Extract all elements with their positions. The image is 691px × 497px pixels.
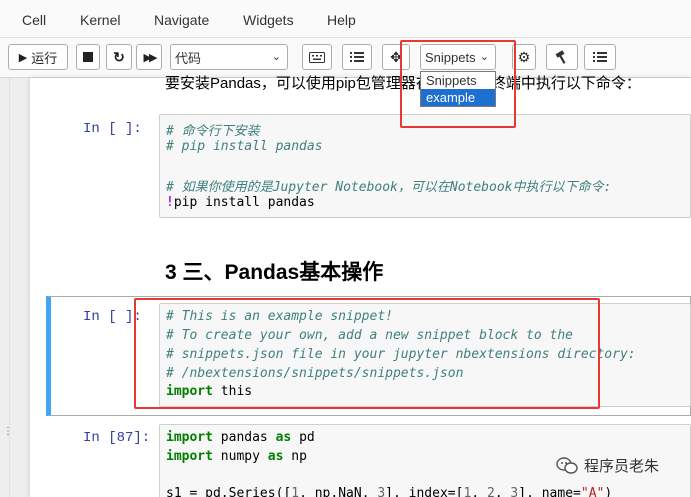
resize-handle-icon[interactable]: ⋮	[3, 426, 13, 437]
toc-button[interactable]	[342, 44, 372, 70]
stop-button[interactable]	[76, 44, 100, 70]
list-icon	[593, 52, 607, 62]
code-line: # 命令行下安装	[166, 124, 260, 139]
highlight-box-snippets	[400, 40, 516, 128]
menu-navigate[interactable]: Navigate	[154, 12, 209, 28]
run-label: 运行	[31, 50, 58, 66]
code-line: import pandas as pd	[166, 430, 315, 445]
stop-icon	[83, 52, 93, 62]
watermark: 程序员老朱	[556, 455, 659, 476]
run-button[interactable]: ▶ 运行	[8, 44, 68, 70]
menu-widgets[interactable]: Widgets	[243, 12, 294, 28]
keyboard-button[interactable]	[302, 44, 332, 70]
hammer-button[interactable]	[546, 44, 578, 70]
section-heading: 3 三、Pandas基本操作	[165, 261, 384, 284]
cell-prompt: In [ ]:	[83, 121, 142, 137]
cell-prompt: In [87]:	[83, 430, 151, 446]
wechat-icon	[556, 456, 578, 474]
cell-type-value: 代码	[175, 50, 202, 66]
play-icon: ▶	[18, 51, 28, 64]
fast-forward-icon: ▶▶	[143, 51, 158, 64]
restart-icon: ↻	[113, 48, 125, 65]
watermark-text: 程序员老朱	[584, 458, 660, 475]
keyboard-icon	[309, 51, 325, 63]
hammer-icon	[555, 50, 566, 64]
menubar: Cell Kernel Navigate Widgets Help	[0, 0, 691, 38]
list-icon	[350, 52, 364, 62]
menu-kernel[interactable]: Kernel	[80, 12, 120, 28]
restart-button[interactable]: ↻	[106, 44, 132, 70]
cell-type-select[interactable]: 代码 ⌄	[170, 44, 288, 70]
code-line: import numpy as np	[166, 449, 307, 464]
cell-prompt: In [ ]:	[83, 309, 142, 325]
left-gutter: ⋮	[0, 78, 13, 497]
code-line: # pip install pandas	[166, 139, 323, 154]
gear-icon: ⚙	[517, 48, 531, 65]
code-line: s1 = pd.Series([1, np.NaN, 3], index=[1,…	[166, 486, 613, 497]
chevron-down-icon: ⌄	[271, 51, 281, 63]
menu-cell[interactable]: Cell	[22, 12, 46, 28]
jupyter-window: Cell Kernel Navigate Widgets Help ▶ 运行 ↻…	[0, 0, 691, 497]
command-palette-button[interactable]	[584, 44, 616, 70]
run-all-button[interactable]: ▶▶	[136, 44, 162, 70]
highlight-box-snippet-code	[134, 298, 600, 409]
code-line: !pip install pandas	[166, 195, 315, 210]
menu-help[interactable]: Help	[327, 12, 356, 28]
code-line: # 如果你使用的是Jupyter Notebook，可以在Notebook中执行…	[166, 180, 612, 195]
